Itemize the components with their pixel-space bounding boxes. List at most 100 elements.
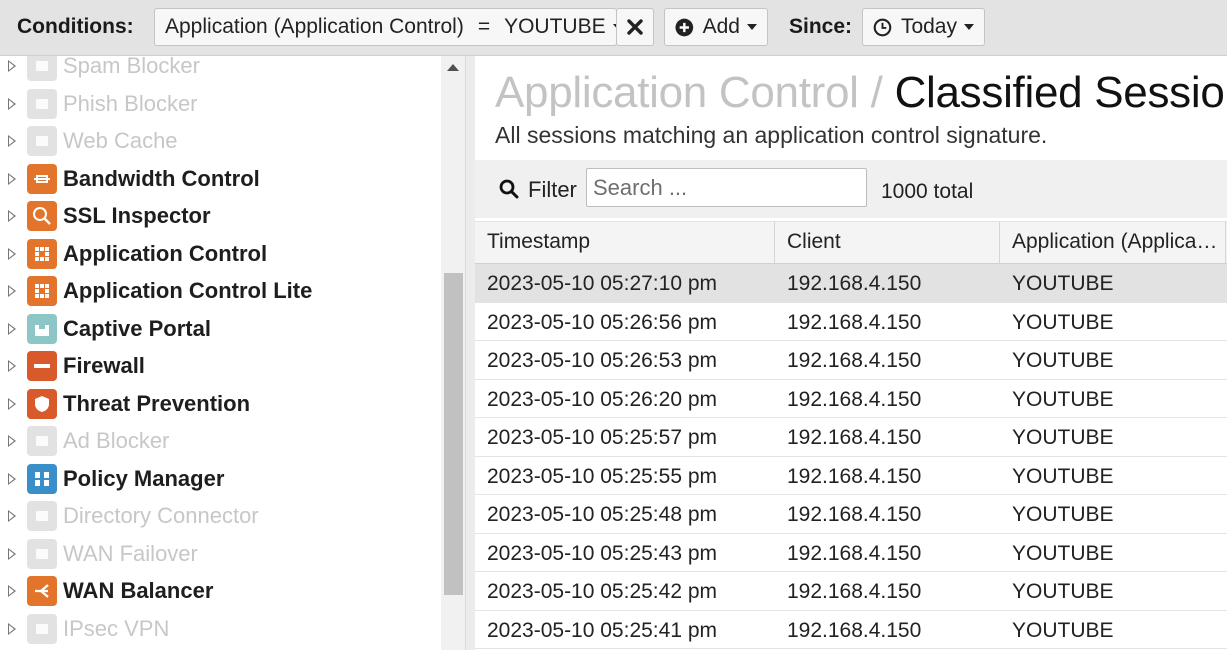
expand-arrow-icon[interactable] <box>8 622 16 635</box>
sidebar-item-label: Firewall <box>63 353 145 378</box>
sidebar-item-ipsec-vpn[interactable]: IPsec VPN <box>0 610 441 647</box>
sidebar-item-label: Spam Blocker <box>63 56 200 78</box>
sidebar-item-wan-balancer[interactable]: WAN Balancer <box>0 572 441 609</box>
expand-arrow-icon[interactable] <box>8 435 16 447</box>
cell-application: YOUTUBE <box>1012 580 1114 603</box>
spam-blocker-icon <box>27 56 57 81</box>
search-input[interactable] <box>586 168 867 207</box>
panel-splitter[interactable] <box>465 56 475 650</box>
cell-application: YOUTUBE <box>1012 387 1114 411</box>
column-header-client[interactable]: Client <box>775 222 1000 264</box>
add-condition-button[interactable]: Add <box>664 8 768 46</box>
expand-arrow-icon[interactable] <box>8 322 16 335</box>
cell-timestamp: 2023-05-10 05:26:20 pm <box>487 387 718 411</box>
wan-failover-icon <box>27 538 57 569</box>
cell-application: YOUTUBE <box>1012 426 1114 449</box>
sidebar-item-phish-blocker[interactable]: Phish Blocker <box>0 85 441 122</box>
sidebar-item-label: WAN Balancer <box>63 578 214 603</box>
expand-arrow-icon[interactable] <box>8 360 16 372</box>
directory-connector-icon <box>27 501 57 531</box>
scroll-up-arrow-icon[interactable] <box>447 64 459 71</box>
sidebar-item-spam-blocker[interactable]: Spam Blocker <box>0 56 441 84</box>
table-row[interactable]: 2023-05-10 05:25:42 pm 192.168.4.150 YOUTU… <box>475 572 1227 611</box>
since-value: Today <box>900 15 957 38</box>
sidebar-item-ad-blocker[interactable]: Ad Blocker <box>0 422 441 459</box>
sidebar-item-label: Threat Prevention <box>63 390 251 416</box>
since-dropdown[interactable]: Today <box>862 8 985 46</box>
cell-application: YOUTUBE <box>1012 464 1114 488</box>
expand-arrow-icon[interactable] <box>8 510 16 522</box>
table-row[interactable]: 2023-05-10 05:25:48 pm 192.168.4.150 YOUTU… <box>475 495 1227 534</box>
condition-operator: = <box>477 15 491 38</box>
cell-client: 192.168.4.150 <box>787 464 922 488</box>
sidebar-item-label: IPsec VPN <box>63 615 170 641</box>
column-header-timestamp[interactable]: Timestamp <box>475 222 775 264</box>
cell-client: 192.168.4.150 <box>787 272 922 295</box>
condition-value: YOUTUBE <box>504 15 606 38</box>
cell-timestamp: 2023-05-10 05:25:57 pm <box>487 426 718 449</box>
sidebar-item-web-cache[interactable]: Web Cache <box>0 122 441 159</box>
table-row[interactable]: 2023-05-10 05:25:41 pm 192.168.4.150 YOUTU… <box>475 611 1227 649</box>
captive-portal-icon <box>27 313 57 344</box>
phish-blocker-icon <box>27 88 57 119</box>
clock-icon <box>873 18 892 36</box>
page-title: Application Control/Classified Sessions <box>495 68 1227 118</box>
cell-timestamp: 2023-05-10 05:25:42 pm <box>487 580 718 603</box>
condition-dropdown[interactable]: Application (Application Control) = YOUT… <box>154 8 623 46</box>
sidebar-item-firewall[interactable]: Firewall <box>0 347 441 384</box>
sidebar-item-label: Directory Connector <box>63 503 259 528</box>
scrollbar-thumb[interactable] <box>444 273 463 595</box>
report-title: Classified Sessions <box>894 68 1227 117</box>
sidebar-item-label: Bandwidth Control <box>63 165 260 191</box>
sidebar-item-ssl-inspector[interactable]: SSL Inspector <box>0 197 441 234</box>
expand-arrow-icon[interactable] <box>8 97 16 110</box>
expand-arrow-icon[interactable] <box>8 247 16 260</box>
application-control-icon <box>27 238 57 269</box>
sidebar-item-threat-prevention[interactable]: Threat Prevention <box>0 385 441 422</box>
cell-timestamp: 2023-05-10 05:27:10 pm <box>487 272 718 295</box>
cell-application: YOUTUBE <box>1012 349 1114 372</box>
sidebar-item-wan-failover[interactable]: WAN Failover <box>0 535 441 572</box>
report-description: All sessions matching an application con… <box>495 122 1048 148</box>
expand-arrow-icon[interactable] <box>8 285 16 297</box>
sidebar-item-label: SSL Inspector <box>63 203 211 228</box>
table-row[interactable]: 2023-05-10 05:25:43 pm 192.168.4.150 YOUTU… <box>475 534 1227 572</box>
expand-arrow-icon[interactable] <box>8 472 16 485</box>
sidebar-item-label: Application Control Lite <box>63 278 313 303</box>
sidebar-item-policy-manager[interactable]: Policy Manager <box>0 460 441 497</box>
cell-client: 192.168.4.150 <box>787 426 922 449</box>
cell-timestamp: 2023-05-10 05:26:53 pm <box>487 349 718 372</box>
sidebar-item-label: Web Cache <box>63 128 178 153</box>
expand-arrow-icon[interactable] <box>8 135 16 147</box>
cell-client: 192.168.4.150 <box>787 541 922 565</box>
sidebar-scrollbar[interactable] <box>441 56 465 650</box>
total-count: 1000 total <box>881 180 974 203</box>
expand-arrow-icon[interactable] <box>8 585 16 597</box>
table-row[interactable]: 2023-05-10 05:27:10 pm 192.168.4.150 YOUTU… <box>475 264 1227 303</box>
cell-client: 192.168.4.150 <box>787 580 922 603</box>
ad-blocker-icon <box>27 426 57 456</box>
remove-condition-button[interactable] <box>616 8 654 46</box>
expand-arrow-icon[interactable] <box>8 60 16 72</box>
sidebar-item-application-control[interactable]: Application Control <box>0 235 441 272</box>
application-control-lite-icon <box>27 276 57 306</box>
sidebar-item-application-control-lite[interactable]: Application Control Lite <box>0 272 441 309</box>
sidebar-item-bandwidth-control[interactable]: Bandwidth Control <box>0 160 441 197</box>
table-row[interactable]: 2023-05-10 05:26:20 pm 192.168.4.150 YOUTU… <box>475 380 1227 418</box>
sidebar-item-captive-portal[interactable]: Captive Portal <box>0 310 441 347</box>
table-row[interactable]: 2023-05-10 05:25:57 pm 192.168.4.150 YOUTU… <box>475 418 1227 457</box>
expand-arrow-icon[interactable] <box>8 210 16 222</box>
table-row[interactable]: 2023-05-10 05:26:53 pm 192.168.4.150 YOUTU… <box>475 341 1227 380</box>
sidebar-item-label: Captive Portal <box>63 315 211 341</box>
conditions-label: Conditions: <box>17 15 134 38</box>
report-app-title[interactable]: Application Control <box>495 68 859 117</box>
cell-timestamp: 2023-05-10 05:25:48 pm <box>487 503 718 526</box>
sidebar-item-directory-connector[interactable]: Directory Connector <box>0 497 441 534</box>
column-header-application[interactable]: Application (Applica… <box>1000 222 1226 264</box>
expand-arrow-icon[interactable] <box>8 172 16 185</box>
table-row[interactable]: 2023-05-10 05:26:56 pm 192.168.4.150 YOUTU… <box>475 303 1227 341</box>
table-row[interactable]: 2023-05-10 05:25:55 pm 192.168.4.150 YOUTU… <box>475 457 1227 495</box>
expand-arrow-icon[interactable] <box>8 547 16 560</box>
apps-sidebar: Spam Blocker Phish Blocker Web Cache Bandwi… <box>0 56 441 650</box>
expand-arrow-icon[interactable] <box>8 397 16 410</box>
